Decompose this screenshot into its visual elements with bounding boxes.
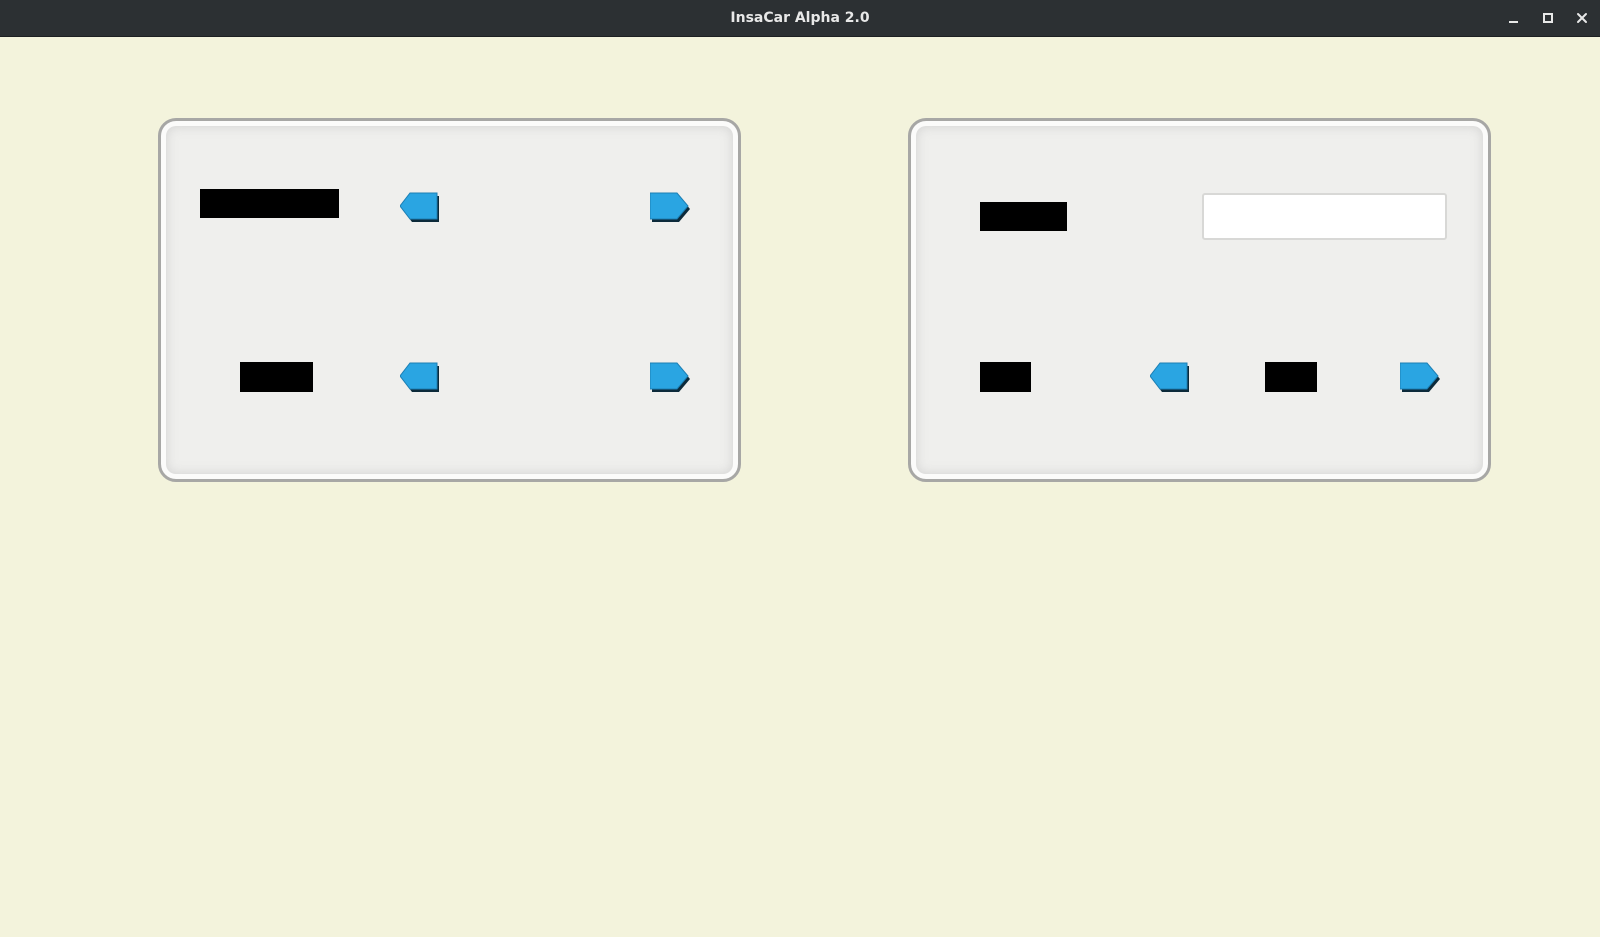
arrow-right-icon[interactable] <box>650 191 691 224</box>
right-row1-label <box>980 202 1067 231</box>
right-row2-value <box>1265 362 1317 392</box>
minimize-icon[interactable] <box>1505 9 1523 27</box>
right-row1-input[interactable] <box>1202 193 1447 240</box>
arrow-right-icon[interactable] <box>1400 361 1441 394</box>
left-row2-label <box>240 362 313 392</box>
window-titlebar[interactable]: InsaCar Alpha 2.0 <box>0 0 1600 37</box>
right-row2-label <box>980 362 1031 392</box>
arrow-left-icon[interactable] <box>400 361 441 394</box>
left-settings-panel <box>158 118 741 482</box>
right-settings-panel <box>908 118 1491 482</box>
arrow-left-icon[interactable] <box>1150 361 1191 394</box>
arrow-right-icon[interactable] <box>650 361 691 394</box>
maximize-icon[interactable] <box>1539 9 1557 27</box>
close-icon[interactable] <box>1573 9 1591 27</box>
window-title: InsaCar Alpha 2.0 <box>730 10 870 26</box>
left-row1-label <box>200 189 339 218</box>
arrow-left-icon[interactable] <box>400 191 441 224</box>
